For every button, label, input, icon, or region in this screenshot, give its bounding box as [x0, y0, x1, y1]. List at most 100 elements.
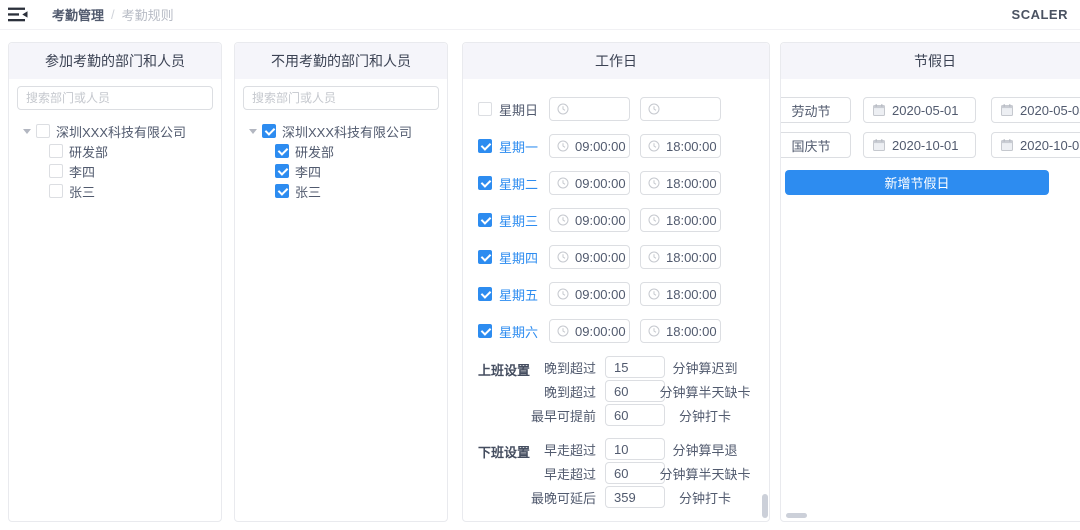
weekday-label[interactable]: 星期二	[499, 174, 546, 193]
minutes-input[interactable]	[605, 486, 665, 508]
breadcrumb-item-parent[interactable]: 考勤管理	[52, 5, 104, 24]
tree-item-checkbox[interactable]	[275, 164, 289, 178]
weekday-list: 星期日 星期一 09:00:00	[463, 79, 769, 343]
start-time-input[interactable]: 09:00:00	[549, 282, 630, 306]
tree-root-label[interactable]: 深圳XXX科技有限公司	[282, 122, 412, 141]
panel-title: 参加考勤的部门和人员	[9, 43, 221, 79]
tree-item-row[interactable]: 研发部	[9, 141, 221, 161]
panel-exempt-members: 不用考勤的部门和人员 深圳XXX科技有限公司 研发部 李四 张三	[234, 42, 448, 522]
calendar-icon	[1001, 139, 1013, 151]
tree-item-checkbox[interactable]	[275, 144, 289, 158]
time-value: 18:00:00	[666, 213, 717, 228]
clock-icon	[557, 140, 569, 152]
panel-title: 工作日	[463, 43, 769, 79]
setting-prefix: 最早可提前	[463, 406, 596, 425]
weekday-label[interactable]: 星期四	[499, 248, 546, 267]
tree-item-row[interactable]: 李四	[9, 161, 221, 181]
weekday-checkbox[interactable]	[478, 250, 492, 264]
weekday-label[interactable]: 星期日	[499, 100, 546, 119]
vertical-scrollbar-thumb[interactable]	[762, 494, 768, 518]
date-value: 2020-05-03	[1020, 103, 1080, 118]
weekday-label[interactable]: 星期一	[499, 137, 546, 156]
start-time-input[interactable]	[549, 97, 630, 121]
breadcrumb: 考勤管理 / 考勤规则	[52, 5, 174, 24]
calendar-icon	[1001, 104, 1013, 116]
weekday-checkbox[interactable]	[478, 102, 492, 116]
tree-item-checkbox[interactable]	[275, 184, 289, 198]
collapse-menu-icon[interactable]	[8, 6, 30, 24]
tree-item-label[interactable]: 研发部	[295, 142, 334, 161]
tree-root-checkbox[interactable]	[262, 124, 276, 138]
search-input[interactable]	[243, 86, 439, 110]
clock-icon	[557, 251, 569, 263]
tree-item-row[interactable]: 李四	[235, 161, 447, 181]
start-time-input[interactable]: 09:00:00	[549, 171, 630, 195]
start-time-input[interactable]: 09:00:00	[549, 245, 630, 269]
weekday-label[interactable]: 星期三	[499, 211, 546, 230]
setting-prefix: 晚到超过	[463, 382, 596, 401]
weekday-row-wednesday: 星期三 09:00:00 18:00:00	[463, 208, 769, 232]
holiday-end-date-input[interactable]: 2020-05-03	[991, 97, 1080, 123]
end-time-input[interactable]: 18:00:00	[640, 245, 721, 269]
end-time-input[interactable]: 18:00:00	[640, 134, 721, 158]
weekday-label[interactable]: 星期五	[499, 285, 546, 304]
holiday-start-date-input[interactable]: 2020-10-01	[863, 132, 976, 158]
tree-root-checkbox[interactable]	[36, 124, 50, 138]
tree-item-label[interactable]: 张三	[295, 182, 321, 201]
end-time-input[interactable]: 18:00:00	[640, 319, 721, 343]
search-input[interactable]	[17, 86, 213, 110]
tree-item-label[interactable]: 李四	[69, 162, 95, 181]
holiday-start-date-input[interactable]: 2020-05-01	[863, 97, 976, 123]
time-value: 09:00:00	[575, 139, 626, 154]
minutes-input[interactable]	[605, 356, 665, 378]
weekday-checkbox[interactable]	[478, 139, 492, 153]
chevron-down-icon[interactable]	[249, 129, 257, 134]
setting-suffix: 分钟算半天缺卡	[665, 464, 745, 483]
weekday-row-monday: 星期一 09:00:00 18:00:00	[463, 134, 769, 158]
weekday-checkbox[interactable]	[478, 287, 492, 301]
section-title: 上班设置	[478, 360, 530, 379]
tree-item-row[interactable]: 张三	[9, 181, 221, 201]
tree-root-row[interactable]: 深圳XXX科技有限公司	[235, 121, 447, 141]
panel-workday: 工作日 星期日 星期一 09:	[462, 42, 770, 522]
start-time-input[interactable]: 09:00:00	[549, 319, 630, 343]
weekday-label[interactable]: 星期六	[499, 322, 546, 341]
tree-item-checkbox[interactable]	[49, 144, 63, 158]
tree-item-checkbox[interactable]	[49, 164, 63, 178]
department-tree: 深圳XXX科技有限公司 研发部 李四 张三	[9, 121, 221, 201]
clock-icon	[557, 103, 569, 115]
tree-item-checkbox[interactable]	[49, 184, 63, 198]
weekday-checkbox[interactable]	[478, 324, 492, 338]
holiday-name-input[interactable]	[780, 97, 851, 123]
date-value: 2020-10-07	[1020, 138, 1080, 153]
weekday-checkbox[interactable]	[478, 176, 492, 190]
holiday-end-date-input[interactable]: 2020-10-07	[991, 132, 1080, 158]
tree-item-row[interactable]: 研发部	[235, 141, 447, 161]
holiday-name-input[interactable]	[780, 132, 851, 158]
clock-icon	[648, 214, 660, 226]
time-value: 18:00:00	[666, 324, 717, 339]
panel-holidays: 节假日 2020-05-01	[780, 42, 1080, 522]
minutes-input[interactable]	[605, 438, 665, 460]
clock-icon	[648, 288, 660, 300]
tree-item-row[interactable]: 张三	[235, 181, 447, 201]
end-time-input[interactable]: 18:00:00	[640, 282, 721, 306]
minutes-input[interactable]	[605, 462, 665, 484]
start-time-input[interactable]: 09:00:00	[549, 208, 630, 232]
end-time-input[interactable]: 18:00:00	[640, 208, 721, 232]
tree-root-label[interactable]: 深圳XXX科技有限公司	[56, 122, 186, 141]
add-holiday-button[interactable]: 新增节假日	[785, 170, 1049, 195]
minutes-input[interactable]	[605, 380, 665, 402]
chevron-down-icon[interactable]	[23, 129, 31, 134]
breadcrumb-separator: /	[111, 7, 115, 22]
end-time-input[interactable]	[640, 97, 721, 121]
end-time-input[interactable]: 18:00:00	[640, 171, 721, 195]
tree-item-label[interactable]: 研发部	[69, 142, 108, 161]
start-time-input[interactable]: 09:00:00	[549, 134, 630, 158]
tree-root-row[interactable]: 深圳XXX科技有限公司	[9, 121, 221, 141]
tree-item-label[interactable]: 李四	[295, 162, 321, 181]
horizontal-scrollbar-thumb[interactable]	[786, 513, 807, 518]
minutes-input[interactable]	[605, 404, 665, 426]
tree-item-label[interactable]: 张三	[69, 182, 95, 201]
weekday-checkbox[interactable]	[478, 213, 492, 227]
